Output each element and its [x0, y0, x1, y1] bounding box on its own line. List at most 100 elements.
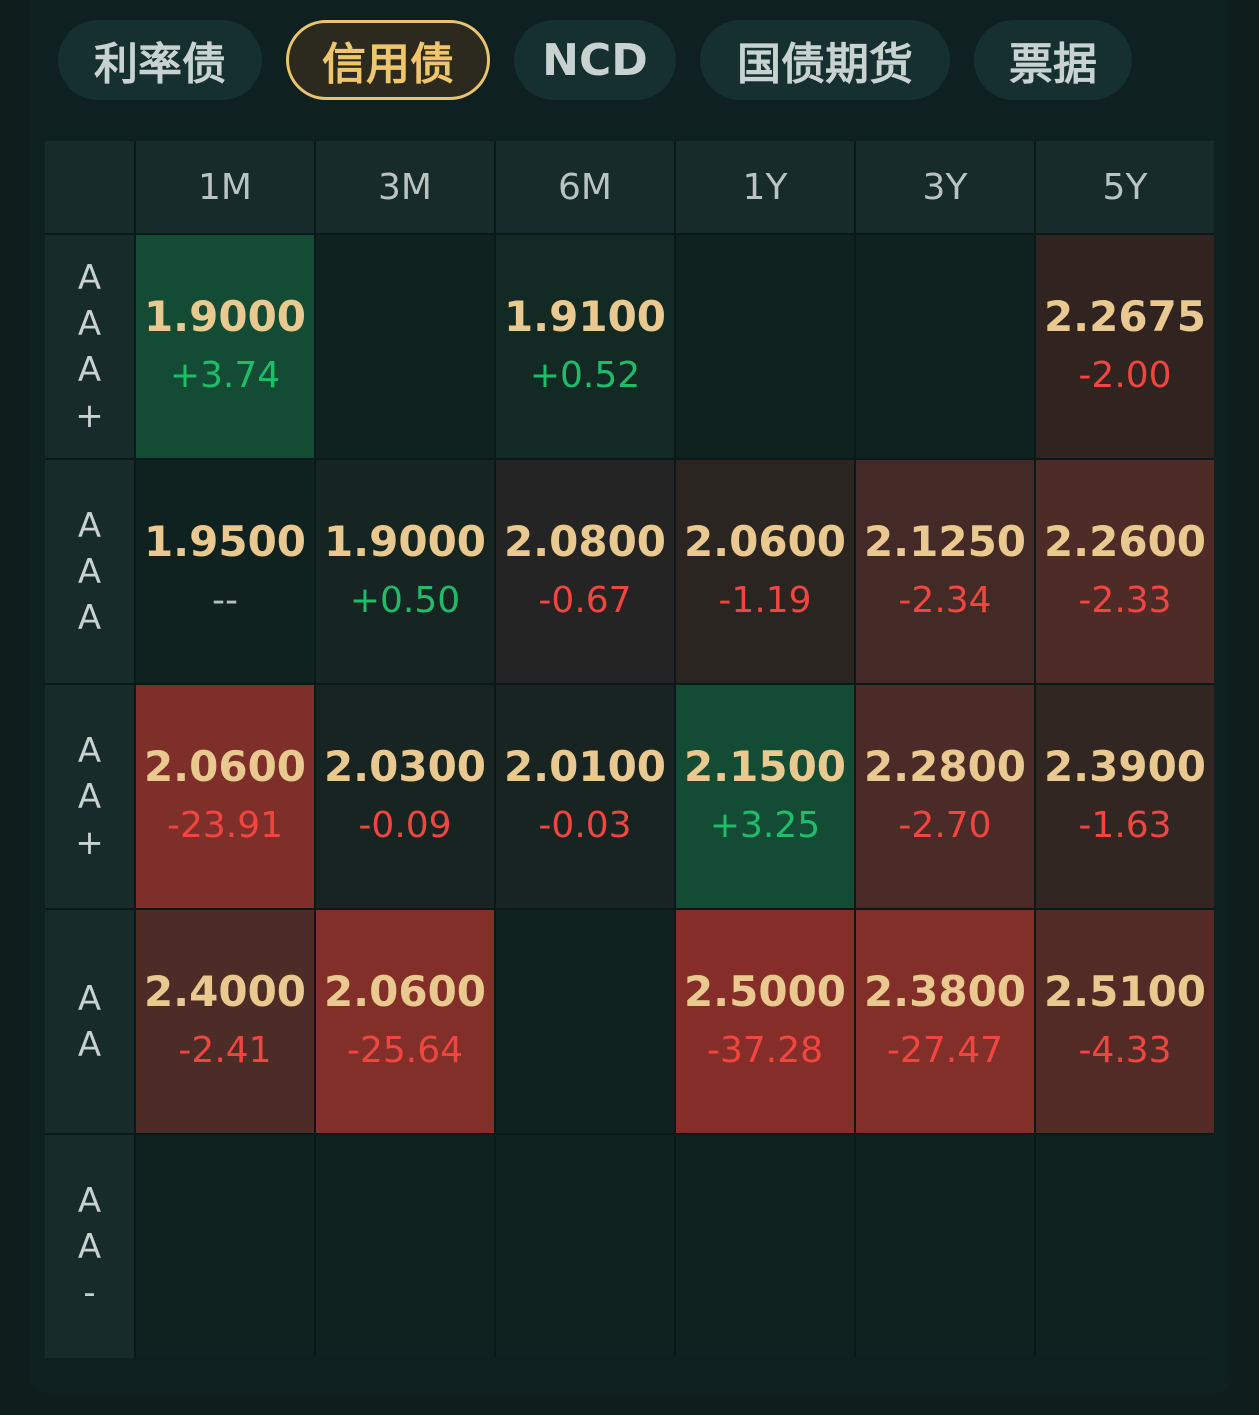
rating-row-header: AA: [45, 910, 134, 1133]
rating-char: A: [77, 505, 102, 546]
yield-cell[interactable]: 2.4000 -2.41: [136, 910, 314, 1133]
yield-cell[interactable]: [136, 1135, 314, 1358]
yield-change: -0.09: [358, 804, 452, 846]
yield-value: 2.5100: [1043, 966, 1207, 1016]
yield-value: 1.9000: [143, 291, 307, 341]
yield-change: -2.41: [178, 1029, 272, 1071]
rating-char: A: [77, 551, 102, 592]
yield-cell[interactable]: 2.0600 -1.19: [676, 460, 854, 683]
yield-change: +0.52: [529, 354, 641, 396]
rating-char: A: [77, 1024, 102, 1065]
yield-cell[interactable]: 2.0600 -25.64: [316, 910, 494, 1133]
yield-value: 2.5000: [683, 966, 847, 1016]
yield-change: +3.25: [709, 804, 821, 846]
yield-cell[interactable]: 1.9000 +0.50: [316, 460, 494, 683]
tab-rate-bond[interactable]: 利率债: [58, 20, 262, 100]
yield-cell[interactable]: 1.9500 --: [136, 460, 314, 683]
yield-cell[interactable]: [856, 1135, 1034, 1358]
yield-cell[interactable]: 2.3900 -1.63: [1036, 685, 1214, 908]
column-header: 5Y: [1036, 141, 1214, 233]
yield-value: 2.3800: [863, 966, 1027, 1016]
rating-char: A: [77, 1226, 102, 1267]
yield-value: 2.0800: [503, 516, 667, 566]
yield-value: 2.2600: [1043, 516, 1207, 566]
yield-change: -1.63: [1078, 804, 1172, 846]
yield-value: 2.0600: [323, 966, 487, 1016]
yield-change: -23.91: [166, 804, 284, 846]
yield-cell[interactable]: 2.2800 -2.70: [856, 685, 1034, 908]
yield-cell[interactable]: [496, 1135, 674, 1358]
yield-change: -2.34: [898, 579, 992, 621]
yield-cell[interactable]: [316, 1135, 494, 1358]
rating-row-header: A A +: [45, 685, 134, 908]
rating-row-header: AAA: [45, 460, 134, 683]
rating-char: A: [77, 978, 102, 1019]
yield-change: +0.50: [349, 579, 461, 621]
column-header: 1Y: [676, 141, 854, 233]
tab-treasury-futures[interactable]: 国债期货: [700, 20, 950, 100]
yield-cell[interactable]: 2.5100 -4.33: [1036, 910, 1214, 1133]
yield-cell[interactable]: 2.2675 -2.00: [1036, 235, 1214, 458]
yield-value: 2.0600: [683, 516, 847, 566]
yield-cell[interactable]: 1.9000 +3.74: [136, 235, 314, 458]
rating-char: +: [75, 395, 104, 436]
yield-change: -2.33: [1078, 579, 1172, 621]
yield-cell[interactable]: 2.0800 -0.67: [496, 460, 674, 683]
rating-char: A: [77, 776, 102, 817]
rating-char: A: [77, 730, 102, 771]
yield-cell[interactable]: [676, 235, 854, 458]
yield-value: 2.2800: [863, 741, 1027, 791]
rating-char: A: [77, 257, 102, 298]
yield-cell[interactable]: 2.5000 -37.28: [676, 910, 854, 1133]
yield-value: 2.0300: [323, 741, 487, 791]
yield-value: 1.9100: [503, 291, 667, 341]
yield-cell[interactable]: 2.1500 +3.25: [676, 685, 854, 908]
yield-change: -2.70: [898, 804, 992, 846]
yield-value: 2.4000: [143, 966, 307, 1016]
yield-cell[interactable]: [316, 235, 494, 458]
column-header: 3M: [316, 141, 494, 233]
yield-change: -25.64: [346, 1029, 464, 1071]
tab-ncd[interactable]: NCD: [514, 20, 676, 100]
yield-change: -0.03: [538, 804, 632, 846]
yield-cell[interactable]: 2.0100 -0.03: [496, 685, 674, 908]
yield-cell[interactable]: 2.2600 -2.33: [1036, 460, 1214, 683]
yield-value: 2.1500: [683, 741, 847, 791]
yield-change: -27.47: [886, 1029, 1004, 1071]
yield-change: -2.00: [1078, 354, 1172, 396]
yield-matrix: 1M 3M 6M 1Y 3Y 5Y A A A +1.9000 +3.74 1.9100 +…: [45, 141, 1214, 1358]
yield-change: -1.19: [718, 579, 812, 621]
yield-cell[interactable]: 2.0300 -0.09: [316, 685, 494, 908]
yield-cell[interactable]: [856, 235, 1034, 458]
rating-char: +: [75, 822, 104, 863]
yield-cell[interactable]: 1.9100 +0.52: [496, 235, 674, 458]
yield-value: 2.1250: [863, 516, 1027, 566]
column-header: 6M: [496, 141, 674, 233]
yield-change: +3.74: [169, 354, 281, 396]
yield-cell[interactable]: 2.0600 -23.91: [136, 685, 314, 908]
yield-value: 2.3900: [1043, 741, 1207, 791]
rating-char: A: [77, 1180, 102, 1221]
tab-credit-bond[interactable]: 信用债: [286, 20, 490, 100]
yield-cell[interactable]: [496, 910, 674, 1133]
yield-change: -4.33: [1078, 1029, 1172, 1071]
yield-cell[interactable]: [676, 1135, 854, 1358]
rating-row-header: A A A +: [45, 235, 134, 458]
bond-type-tabs: 利率债 信用债 NCD 国债期货 票据: [58, 20, 1132, 100]
tab-bills[interactable]: 票据: [974, 20, 1132, 100]
column-header: 3Y: [856, 141, 1034, 233]
rating-char: A: [77, 597, 102, 638]
rating-char: -: [83, 1272, 96, 1313]
yield-cell[interactable]: [1036, 1135, 1214, 1358]
rating-char: A: [77, 303, 102, 344]
yield-cell[interactable]: 2.1250 -2.34: [856, 460, 1034, 683]
yield-change: -0.67: [538, 579, 632, 621]
column-header: 1M: [136, 141, 314, 233]
corner-cell: [45, 141, 134, 233]
yield-change: -37.28: [706, 1029, 824, 1071]
yield-value: 2.0600: [143, 741, 307, 791]
yield-value: 2.2675: [1043, 291, 1207, 341]
yield-value: 1.9500: [143, 516, 307, 566]
yield-change: --: [212, 579, 238, 621]
yield-cell[interactable]: 2.3800 -27.47: [856, 910, 1034, 1133]
